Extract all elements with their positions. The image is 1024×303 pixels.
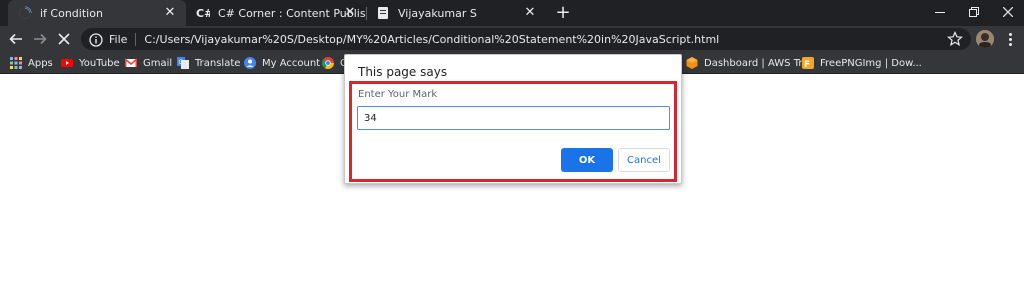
tab-strip: if Condition ✕ C# C# Corner : Content Pu… — [0, 0, 1024, 26]
bookmark-gmail[interactable]: Gmail — [125, 55, 172, 71]
address-divider — [135, 32, 137, 46]
bookmark-aws-dashboard[interactable]: Dashboard | AWS Tr... — [686, 55, 811, 71]
bookmark-label: YouTube — [79, 57, 120, 69]
close-tab-icon[interactable]: ✕ — [522, 5, 538, 21]
bookmark-label: My Account — [262, 57, 321, 69]
address-bar[interactable]: File C:/Users/Vijayakumar%20S/Desktop/MY… — [81, 28, 971, 50]
bookmark-youtube[interactable]: YouTube — [61, 55, 120, 71]
browser-toolbar: File C:/Users/Vijayakumar%20S/Desktop/MY… — [0, 26, 1024, 52]
close-tab-icon[interactable]: ✕ — [342, 5, 358, 21]
forward-arrow-icon[interactable] — [30, 29, 50, 49]
tab-csharp-corner[interactable]: C# C# Corner : Content Publisher ✕ — [186, 0, 366, 26]
apps-grid-icon — [10, 57, 22, 69]
bookmark-freepngimg[interactable]: F FreePNGImg | Dow... — [802, 55, 922, 71]
bookmark-star-icon[interactable] — [947, 31, 963, 47]
url-text[interactable]: C:/Users/Vijayakumar%20S/Desktop/MY%20Ar… — [144, 33, 719, 46]
kebab-menu-icon[interactable] — [1003, 30, 1017, 48]
aws-icon — [686, 57, 698, 69]
cancel-button[interactable]: Cancel — [618, 148, 670, 172]
close-tab-icon[interactable]: ✕ — [162, 5, 178, 21]
prompt-input[interactable] — [357, 106, 670, 130]
close-window-icon[interactable] — [991, 0, 1024, 24]
svg-text:G: G — [179, 59, 184, 66]
profile-avatar[interactable] — [976, 30, 994, 48]
new-tab-button[interactable]: + — [553, 3, 573, 23]
svg-text:F: F — [804, 60, 810, 69]
bookmark-label: FreePNGImg | Dow... — [820, 57, 922, 69]
info-icon[interactable] — [89, 32, 103, 47]
stop-loading-icon[interactable] — [54, 29, 74, 49]
scheme-label: File — [109, 32, 128, 46]
bookmark-label: Translate — [195, 57, 241, 69]
bookmark-translate[interactable]: G Translate — [177, 55, 240, 71]
account-icon — [244, 57, 256, 69]
minimize-icon[interactable] — [923, 0, 957, 24]
gmail-icon — [125, 57, 137, 69]
tab-title: if Condition — [40, 6, 103, 20]
ok-button[interactable]: OK — [561, 148, 613, 172]
dialog-title: This page says — [358, 65, 448, 79]
tab-vijayakumar[interactable]: Vijayakumar S ✕ — [366, 0, 546, 26]
prompt-message: Enter Your Mark — [358, 89, 438, 100]
bookmark-label: Gmail — [143, 57, 173, 69]
freepngimg-icon: F — [802, 57, 814, 69]
svg-text:C#: C# — [196, 7, 210, 20]
bookmark-label: Dashboard | AWS Tr... — [704, 57, 812, 69]
tab-title: Vijayakumar S — [398, 6, 477, 20]
bookmark-apps[interactable]: Apps — [10, 55, 53, 71]
prompt-dialog: This page says Enter Your Mark OK Cancel — [344, 54, 682, 184]
youtube-icon — [61, 57, 73, 69]
tab-if-condition[interactable]: if Condition ✕ — [8, 0, 186, 26]
bookmark-label: Apps — [28, 57, 53, 69]
csharp-corner-icon: C# — [196, 6, 210, 20]
page-icon — [376, 6, 390, 20]
bookmark-my-account[interactable]: My Account — [244, 55, 320, 71]
restore-icon[interactable] — [957, 0, 991, 24]
chrome-icon — [322, 57, 334, 69]
loading-spinner-icon — [18, 6, 32, 20]
back-arrow-icon[interactable] — [6, 29, 26, 49]
translate-icon: G — [177, 57, 189, 69]
